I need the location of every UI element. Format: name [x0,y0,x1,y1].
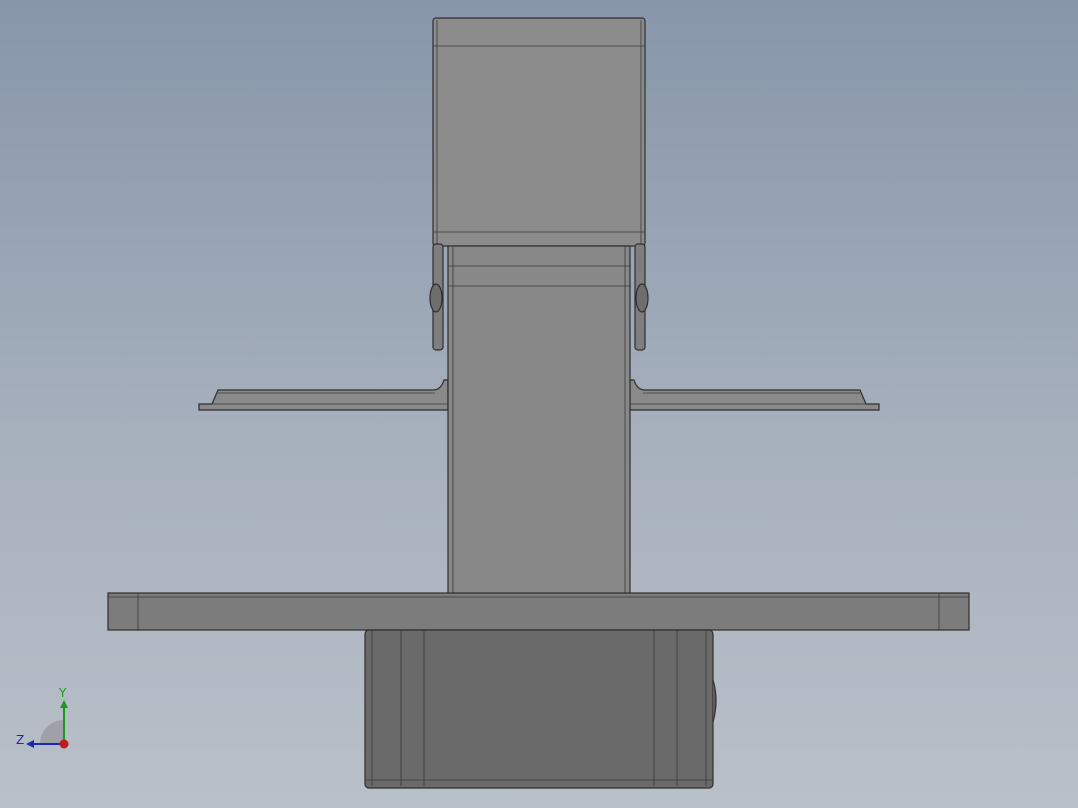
assembly-model-view[interactable] [0,0,1078,808]
right-flange[interactable] [629,379,880,411]
graphics-viewport[interactable]: Y Z [0,0,1078,808]
left-flange[interactable] [198,379,449,411]
top-housing[interactable] [432,17,646,247]
y-axis-label: Y [58,686,67,700]
left-hinge-bracket[interactable] [429,243,444,351]
orientation-triad[interactable]: Y Z [10,684,80,754]
base-plate[interactable] [107,592,970,631]
motor-body[interactable] [364,629,717,789]
z-axis-arrow-icon [26,740,34,748]
x-axis-dot-icon [59,739,69,749]
y-axis-arrow-icon [60,700,68,708]
triad-quadrant-shade [40,720,64,744]
z-axis-label: Z [16,733,24,747]
right-hinge-bracket[interactable] [634,243,649,351]
central-column[interactable] [447,245,631,595]
